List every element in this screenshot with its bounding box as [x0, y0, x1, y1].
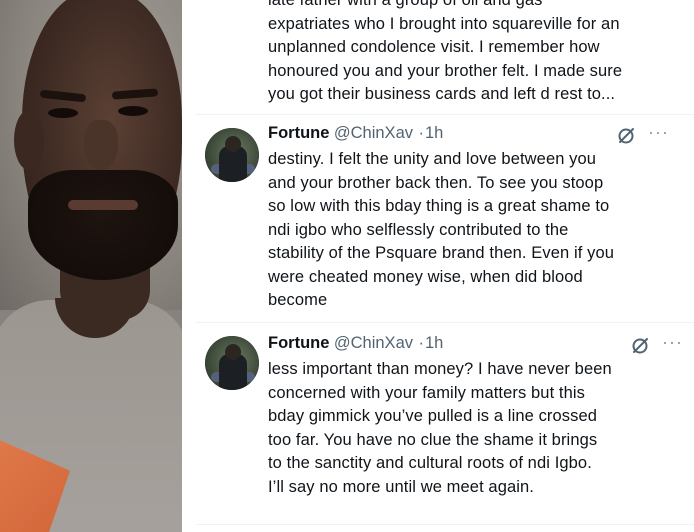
more-options-icon[interactable]: ···	[662, 333, 684, 356]
text-line: to the sanctity and cultural roots of nd…	[268, 454, 592, 472]
tweet-divider	[196, 114, 694, 115]
profile-photo	[0, 0, 182, 532]
text-line: bday gimmick you’ve pulled is a line cro…	[268, 407, 598, 425]
text-line: concerned with your family matters but t…	[268, 383, 586, 402]
photo-nose	[84, 120, 118, 170]
avatar[interactable]	[205, 128, 259, 182]
author-handle[interactable]: @ChinXav	[334, 124, 413, 142]
photo-eye-right	[118, 106, 148, 116]
grok-icon[interactable]	[630, 336, 650, 356]
photo-eye-left	[48, 108, 78, 118]
text-line: unplanned condolence visit. I remember h…	[268, 38, 600, 56]
tweet-text: less important than money? I have never …	[268, 358, 678, 499]
panel-gap	[182, 0, 196, 532]
meta-separator: ·	[418, 334, 424, 352]
text-line: expatriates who I brought into squarevil…	[268, 14, 620, 33]
tweet-divider	[196, 322, 694, 323]
author-handle[interactable]: @ChinXav	[334, 334, 413, 352]
text-line: and your brother back then. To see you s…	[268, 173, 604, 192]
photo-beard	[28, 170, 178, 280]
tweet[interactable]: Fortune @ChinXav ·1h ··· destiny. I felt…	[196, 123, 694, 324]
text-line: ndi igbo who selflessly contributed to t…	[268, 220, 569, 239]
timestamp[interactable]: 1h	[425, 124, 443, 142]
text-line: less important than money? I have never …	[268, 360, 612, 378]
text-line: late father with a group of oil and gas	[268, 0, 543, 9]
more-options-icon[interactable]: ···	[648, 123, 670, 146]
meta-separator: ·	[418, 124, 424, 142]
tweet-continued-text: late father with a group of oil and gas …	[268, 0, 678, 107]
text-line: I’ll say no more until we meet again.	[268, 477, 534, 496]
timestamp[interactable]: 1h	[425, 334, 443, 352]
tweet-feed: late father with a group of oil and gas …	[196, 0, 694, 532]
tweet-header: Fortune @ChinXav ·1h ···	[268, 123, 688, 148]
tweet-divider	[196, 524, 694, 525]
author-name[interactable]: Fortune	[268, 124, 329, 142]
tweet-header: Fortune @ChinXav ·1h ···	[268, 333, 688, 358]
text-line: you got their business cards and left d …	[268, 85, 616, 103]
text-line: stability of the Psquare brand then. Eve…	[268, 244, 615, 262]
text-line: become	[268, 291, 328, 309]
tweet-text: destiny. I felt the unity and love betwe…	[268, 148, 678, 313]
author-name[interactable]: Fortune	[268, 334, 329, 352]
text-line: so low with this bday thing is a great s…	[268, 197, 610, 215]
photo-ear	[14, 110, 44, 170]
text-line: honoured you and your brother felt. I ma…	[268, 61, 623, 80]
photo-mouth	[68, 200, 138, 210]
text-line: were cheated money wise, when did blood	[268, 267, 583, 286]
text-line: destiny. I felt the unity and love betwe…	[268, 150, 597, 168]
avatar[interactable]	[205, 336, 259, 390]
grok-icon[interactable]	[616, 126, 636, 146]
text-line: too far. You have no clue the shame it b…	[268, 430, 598, 449]
tweet[interactable]: Fortune @ChinXav ·1h ··· less important …	[196, 333, 694, 524]
